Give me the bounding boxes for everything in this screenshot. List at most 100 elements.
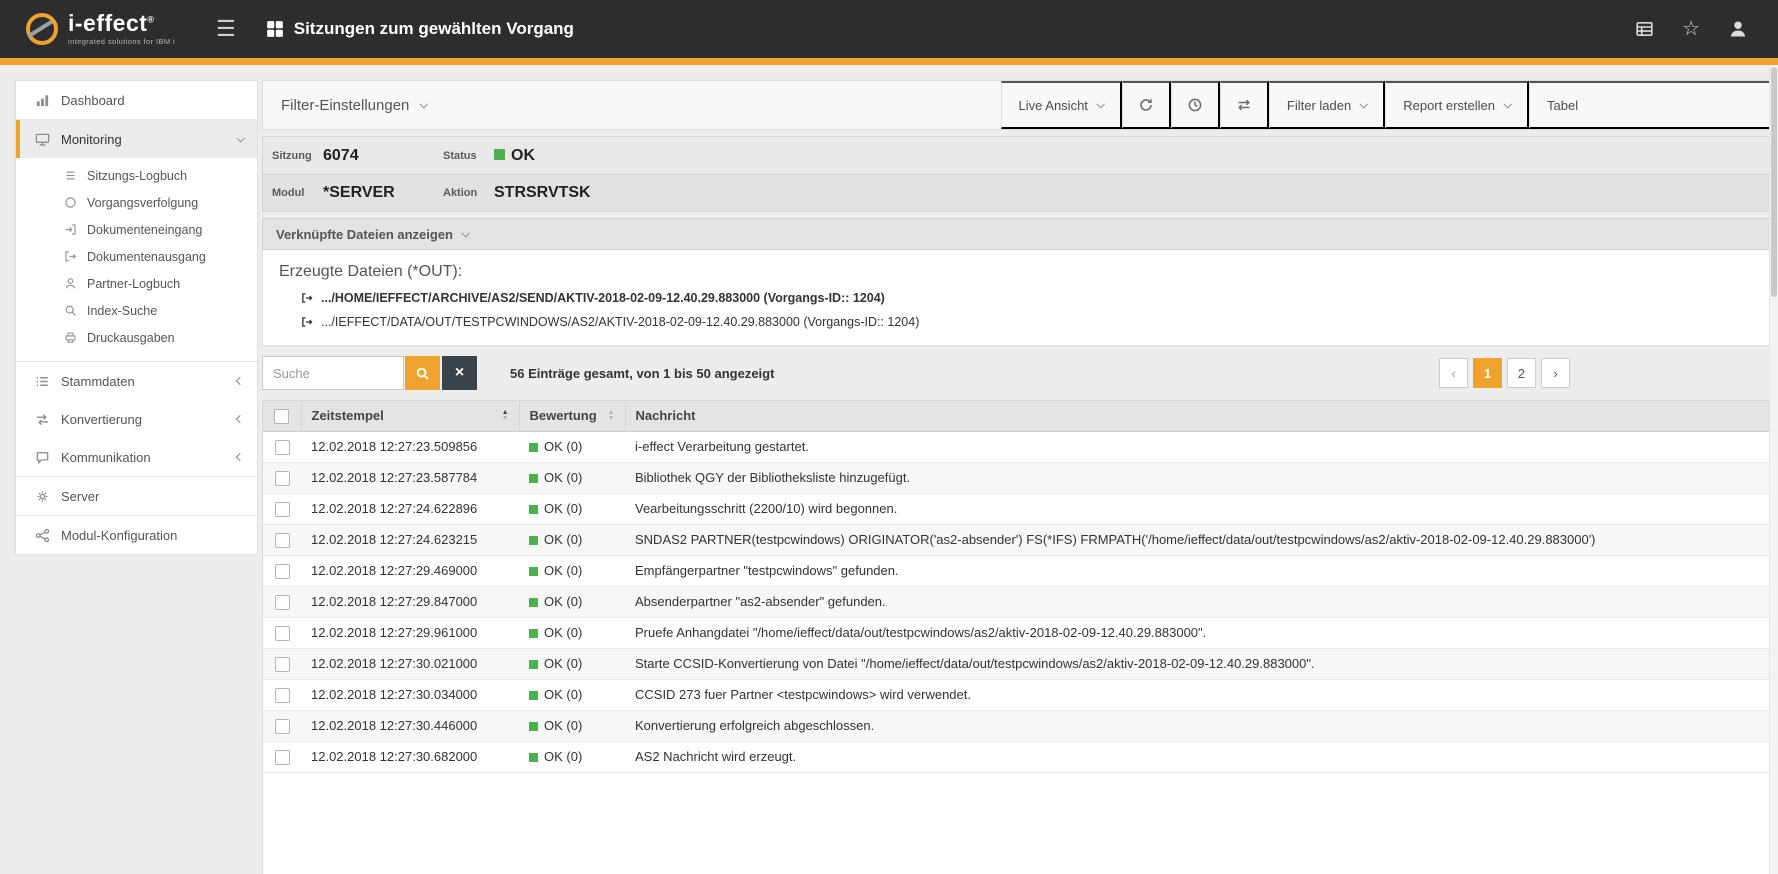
printer-icon — [63, 331, 78, 344]
logo-title: i-effect® — [68, 12, 175, 35]
circle-icon — [63, 196, 78, 209]
table-view-icon[interactable] — [1635, 20, 1654, 38]
column-header-nachricht[interactable]: Nachricht — [625, 401, 1777, 431]
row-checkbox[interactable] — [275, 533, 290, 548]
row-message: Bibliothek QGY der Bibliotheksliste hinz… — [625, 462, 1777, 493]
table-row[interactable]: 12.02.2018 12:27:30.446000 OK (0) Konver… — [263, 710, 1777, 741]
row-timestamp: 12.02.2018 12:27:30.034000 — [301, 679, 519, 710]
pagination-prev-button[interactable]: ‹ — [1439, 358, 1468, 388]
registered-mark: ® — [147, 15, 154, 25]
pagination: ‹ 1 2 › — [1439, 358, 1570, 388]
pagination-next-button[interactable]: › — [1541, 358, 1570, 388]
row-checkbox[interactable] — [275, 440, 290, 455]
scrollbar-thumb[interactable] — [1771, 67, 1777, 297]
sidebar-item-index-suche[interactable]: Index-Suche — [16, 297, 257, 324]
module-label: Modul — [272, 187, 323, 199]
column-header-bewertung[interactable]: Bewertung▲▼ — [519, 401, 625, 431]
sidebar-item-monitoring[interactable]: Monitoring — [16, 120, 257, 158]
layers-icon — [63, 169, 78, 182]
row-checkbox[interactable] — [275, 471, 290, 486]
auto-reload-button[interactable] — [1220, 81, 1269, 129]
bar-chart-icon — [33, 93, 51, 108]
sidebar-item-dokumentenausgang[interactable]: Dokumentenausgang — [16, 243, 257, 270]
row-checkbox[interactable] — [275, 688, 290, 703]
monitor-icon — [33, 132, 51, 147]
column-header-zeitstempel[interactable]: Zeitstempel▲▼ — [301, 401, 519, 431]
sidebar-item-dashboard[interactable]: Dashboard — [16, 81, 257, 119]
sidebar: Dashboard Monitoring Sitzungs-Logbuch Vo… — [15, 80, 258, 555]
row-checkbox[interactable] — [275, 719, 290, 734]
clear-search-button[interactable]: × — [442, 356, 477, 390]
file-link[interactable]: .../HOME/IEFFECT/ARCHIVE/AS2/SEND/AKTIV-… — [301, 291, 1761, 305]
row-timestamp: 12.02.2018 12:27:30.446000 — [301, 710, 519, 741]
table-row[interactable]: 12.02.2018 12:27:29.961000 OK (0) Pruefe… — [263, 617, 1777, 648]
row-message: Vearbeitungsschritt (2200/10) wird begon… — [625, 493, 1777, 524]
create-report-button[interactable]: Report erstellen — [1385, 81, 1529, 129]
row-timestamp: 12.02.2018 12:27:29.469000 — [301, 555, 519, 586]
linked-files-toggle[interactable]: Verknüpfte Dateien anzeigen — [262, 218, 1778, 250]
sidebar-item-sitzungs-logbuch[interactable]: Sitzungs-Logbuch — [16, 162, 257, 189]
row-checkbox[interactable] — [275, 626, 290, 641]
table-row[interactable]: 12.02.2018 12:27:30.034000 OK (0) CCSID … — [263, 679, 1777, 710]
file-link[interactable]: .../IEFFECT/DATA/OUT/TESTPCWINDOWS/AS2/A… — [301, 315, 1761, 329]
table-row[interactable]: 12.02.2018 12:27:30.021000 OK (0) Starte… — [263, 648, 1777, 679]
row-rating: OK (0) — [519, 710, 625, 741]
sidebar-item-modul-konfiguration[interactable]: Modul-Konfiguration — [16, 516, 257, 554]
pagination-page-2[interactable]: 2 — [1507, 358, 1536, 388]
repeat-arrows-icon — [1236, 97, 1252, 113]
sign-in-icon — [63, 223, 78, 236]
row-message: CCSID 273 fuer Partner <testpcwindows> w… — [625, 679, 1777, 710]
table-row[interactable]: 12.02.2018 12:27:30.682000 OK (0) AS2 Na… — [263, 741, 1777, 772]
chevron-left-icon — [236, 415, 244, 423]
sidebar-item-server[interactable]: Server — [16, 477, 257, 515]
row-checkbox[interactable] — [275, 502, 290, 517]
search-button[interactable] — [405, 356, 440, 390]
close-icon: × — [455, 364, 464, 382]
chat-bubble-icon — [33, 450, 51, 465]
sidebar-item-kommunikation[interactable]: Kommunikation — [16, 438, 257, 476]
row-checkbox[interactable] — [275, 750, 290, 765]
vertical-scrollbar[interactable] — [1769, 65, 1778, 874]
menu-toggle-icon[interactable]: ☰ — [200, 16, 252, 42]
sidebar-item-druckausgaben[interactable]: Druckausgaben — [16, 324, 257, 351]
history-button[interactable] — [1171, 81, 1220, 129]
sidebar-item-partner-logbuch[interactable]: Partner-Logbuch — [16, 270, 257, 297]
session-id-value: 6074 — [323, 147, 443, 165]
row-checkbox[interactable] — [275, 657, 290, 672]
sidebar-item-vorgangsverfolgung[interactable]: Vorgangsverfolgung — [16, 189, 257, 216]
sidebar-item-konvertierung[interactable]: Konvertierung — [16, 400, 257, 438]
table-row[interactable]: 12.02.2018 12:27:29.469000 OK (0) Empfän… — [263, 555, 1777, 586]
monitoring-submenu: Sitzungs-Logbuch Vorgangsverfolgung Doku… — [16, 158, 257, 361]
table-row[interactable]: 12.02.2018 12:27:23.587784 OK (0) Biblio… — [263, 462, 1777, 493]
chevron-down-icon — [420, 100, 428, 108]
refresh-button[interactable] — [1122, 81, 1171, 129]
accent-strip — [0, 58, 1778, 65]
table-row[interactable]: 12.02.2018 12:27:24.622896 OK (0) Vearbe… — [263, 493, 1777, 524]
row-message: i-effect Verarbeitung gestartet. — [625, 431, 1777, 462]
app-logo[interactable]: i-effect® integrated solutions for IBM i — [0, 12, 200, 46]
load-filter-button[interactable]: Filter laden — [1269, 81, 1385, 129]
row-timestamp: 12.02.2018 12:27:29.847000 — [301, 586, 519, 617]
select-all-header[interactable] — [263, 401, 301, 431]
user-account-icon[interactable] — [1728, 19, 1748, 39]
sidebar-item-stammdaten[interactable]: Stammdaten — [16, 362, 257, 400]
row-rating: OK (0) — [519, 586, 625, 617]
exchange-icon — [33, 412, 51, 427]
sidebar-item-dokumenteneingang[interactable]: Dokumenteneingang — [16, 216, 257, 243]
refresh-icon — [1138, 97, 1154, 113]
table-settings-button[interactable]: Tabel — [1529, 81, 1777, 129]
table-row[interactable]: 12.02.2018 12:27:23.509856 OK (0) i-effe… — [263, 431, 1777, 462]
filter-settings-toggle[interactable]: Filter-Einstellungen — [263, 97, 444, 114]
pagination-page-1[interactable]: 1 — [1473, 358, 1502, 388]
row-checkbox[interactable] — [275, 595, 290, 610]
ok-green-indicator — [529, 536, 538, 545]
table-row[interactable]: 12.02.2018 12:27:29.847000 OK (0) Absend… — [263, 586, 1777, 617]
live-view-button[interactable]: Live Ansicht — [1001, 81, 1122, 129]
table-row[interactable]: 12.02.2018 12:27:24.623215 OK (0) SNDAS2… — [263, 524, 1777, 555]
select-all-checkbox[interactable] — [274, 409, 289, 424]
row-checkbox[interactable] — [275, 564, 290, 579]
search-input[interactable] — [262, 356, 404, 390]
row-message: Empfängerpartner "testpcwindows" gefunde… — [625, 555, 1777, 586]
row-timestamp: 12.02.2018 12:27:30.021000 — [301, 648, 519, 679]
favorite-star-icon[interactable]: ☆ — [1682, 19, 1700, 39]
